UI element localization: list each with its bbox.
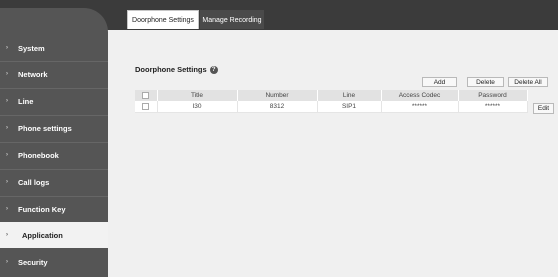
cell-title: I30 — [157, 101, 238, 113]
sidebar-item-label: Call logs — [18, 177, 50, 187]
delete-all-button[interactable]: Delete All — [508, 77, 548, 87]
chevron-right-icon: › — [6, 259, 8, 265]
row-select-cell — [135, 101, 158, 113]
tab-manage-recording[interactable]: Manage Recording — [200, 10, 264, 29]
chevron-right-icon: › — [6, 71, 8, 77]
sidebar-item-application[interactable]: › Application — [0, 222, 108, 248]
chevron-right-icon: › — [6, 179, 8, 185]
sidebar-item-line[interactable]: › Line — [0, 88, 108, 114]
column-header-number: Number — [237, 90, 318, 101]
chevron-right-icon: › — [6, 45, 8, 51]
sidebar-item-label: Network — [18, 69, 48, 79]
sidebar-item-phone-settings[interactable]: › Phone settings — [0, 115, 108, 141]
sidebar-item-label: Phonebook — [18, 150, 59, 160]
column-header-access-codec: Access Codec — [381, 90, 459, 101]
column-header-line: Line — [317, 90, 382, 101]
sidebar-item-label: Security — [18, 257, 48, 267]
table-header-row: Title Number Line Access Codec Password — [135, 90, 528, 101]
chevron-right-icon: › — [6, 98, 8, 104]
sidebar-item-function-key[interactable]: › Function Key — [0, 196, 108, 222]
section-title: Doorphone Settings ? — [135, 65, 218, 74]
sidebar-item-label: Phone settings — [18, 123, 72, 133]
column-header-password: Password — [458, 90, 528, 101]
sidebar-item-phonebook[interactable]: › Phonebook — [0, 142, 108, 168]
sidebar-item-system[interactable]: › System — [0, 35, 108, 61]
sidebar-item-call-logs[interactable]: › Call logs — [0, 169, 108, 195]
edit-button[interactable]: Edit — [533, 103, 554, 114]
sidebar-item-label: System — [18, 43, 45, 53]
sidebar-item-network[interactable]: › Network — [0, 61, 108, 87]
chevron-right-icon: › — [6, 125, 8, 131]
doorphone-table: Title Number Line Access Codec Password … — [135, 90, 528, 113]
tab-doorphone-settings[interactable]: Doorphone Settings — [127, 10, 199, 29]
delete-button[interactable]: Delete — [467, 77, 504, 87]
sidebar-item-label: Application — [22, 230, 63, 240]
chevron-right-icon: › — [6, 152, 8, 158]
table-row: I30 8312 SIP1 ****** ****** — [135, 101, 528, 113]
sidebar: › System › Network › Line › Phone settin… — [0, 8, 108, 277]
select-all-cell — [135, 90, 158, 101]
sidebar-item-label: Function Key — [18, 204, 66, 214]
cell-number: 8312 — [237, 101, 318, 113]
chevron-right-icon: › — [6, 232, 8, 238]
column-header-title: Title — [157, 90, 238, 101]
section-title-text: Doorphone Settings — [135, 65, 207, 74]
sidebar-item-security[interactable]: › Security — [0, 249, 108, 275]
sidebar-item-label: Line — [18, 96, 34, 106]
cell-access-codec: ****** — [381, 101, 459, 113]
help-icon[interactable]: ? — [209, 65, 218, 74]
chevron-right-icon: › — [6, 206, 8, 212]
row-checkbox[interactable] — [142, 102, 150, 110]
select-all-checkbox[interactable] — [142, 91, 150, 99]
cell-line: SIP1 — [317, 101, 382, 113]
add-button[interactable]: Add — [422, 77, 457, 87]
cell-password: ****** — [458, 101, 528, 113]
